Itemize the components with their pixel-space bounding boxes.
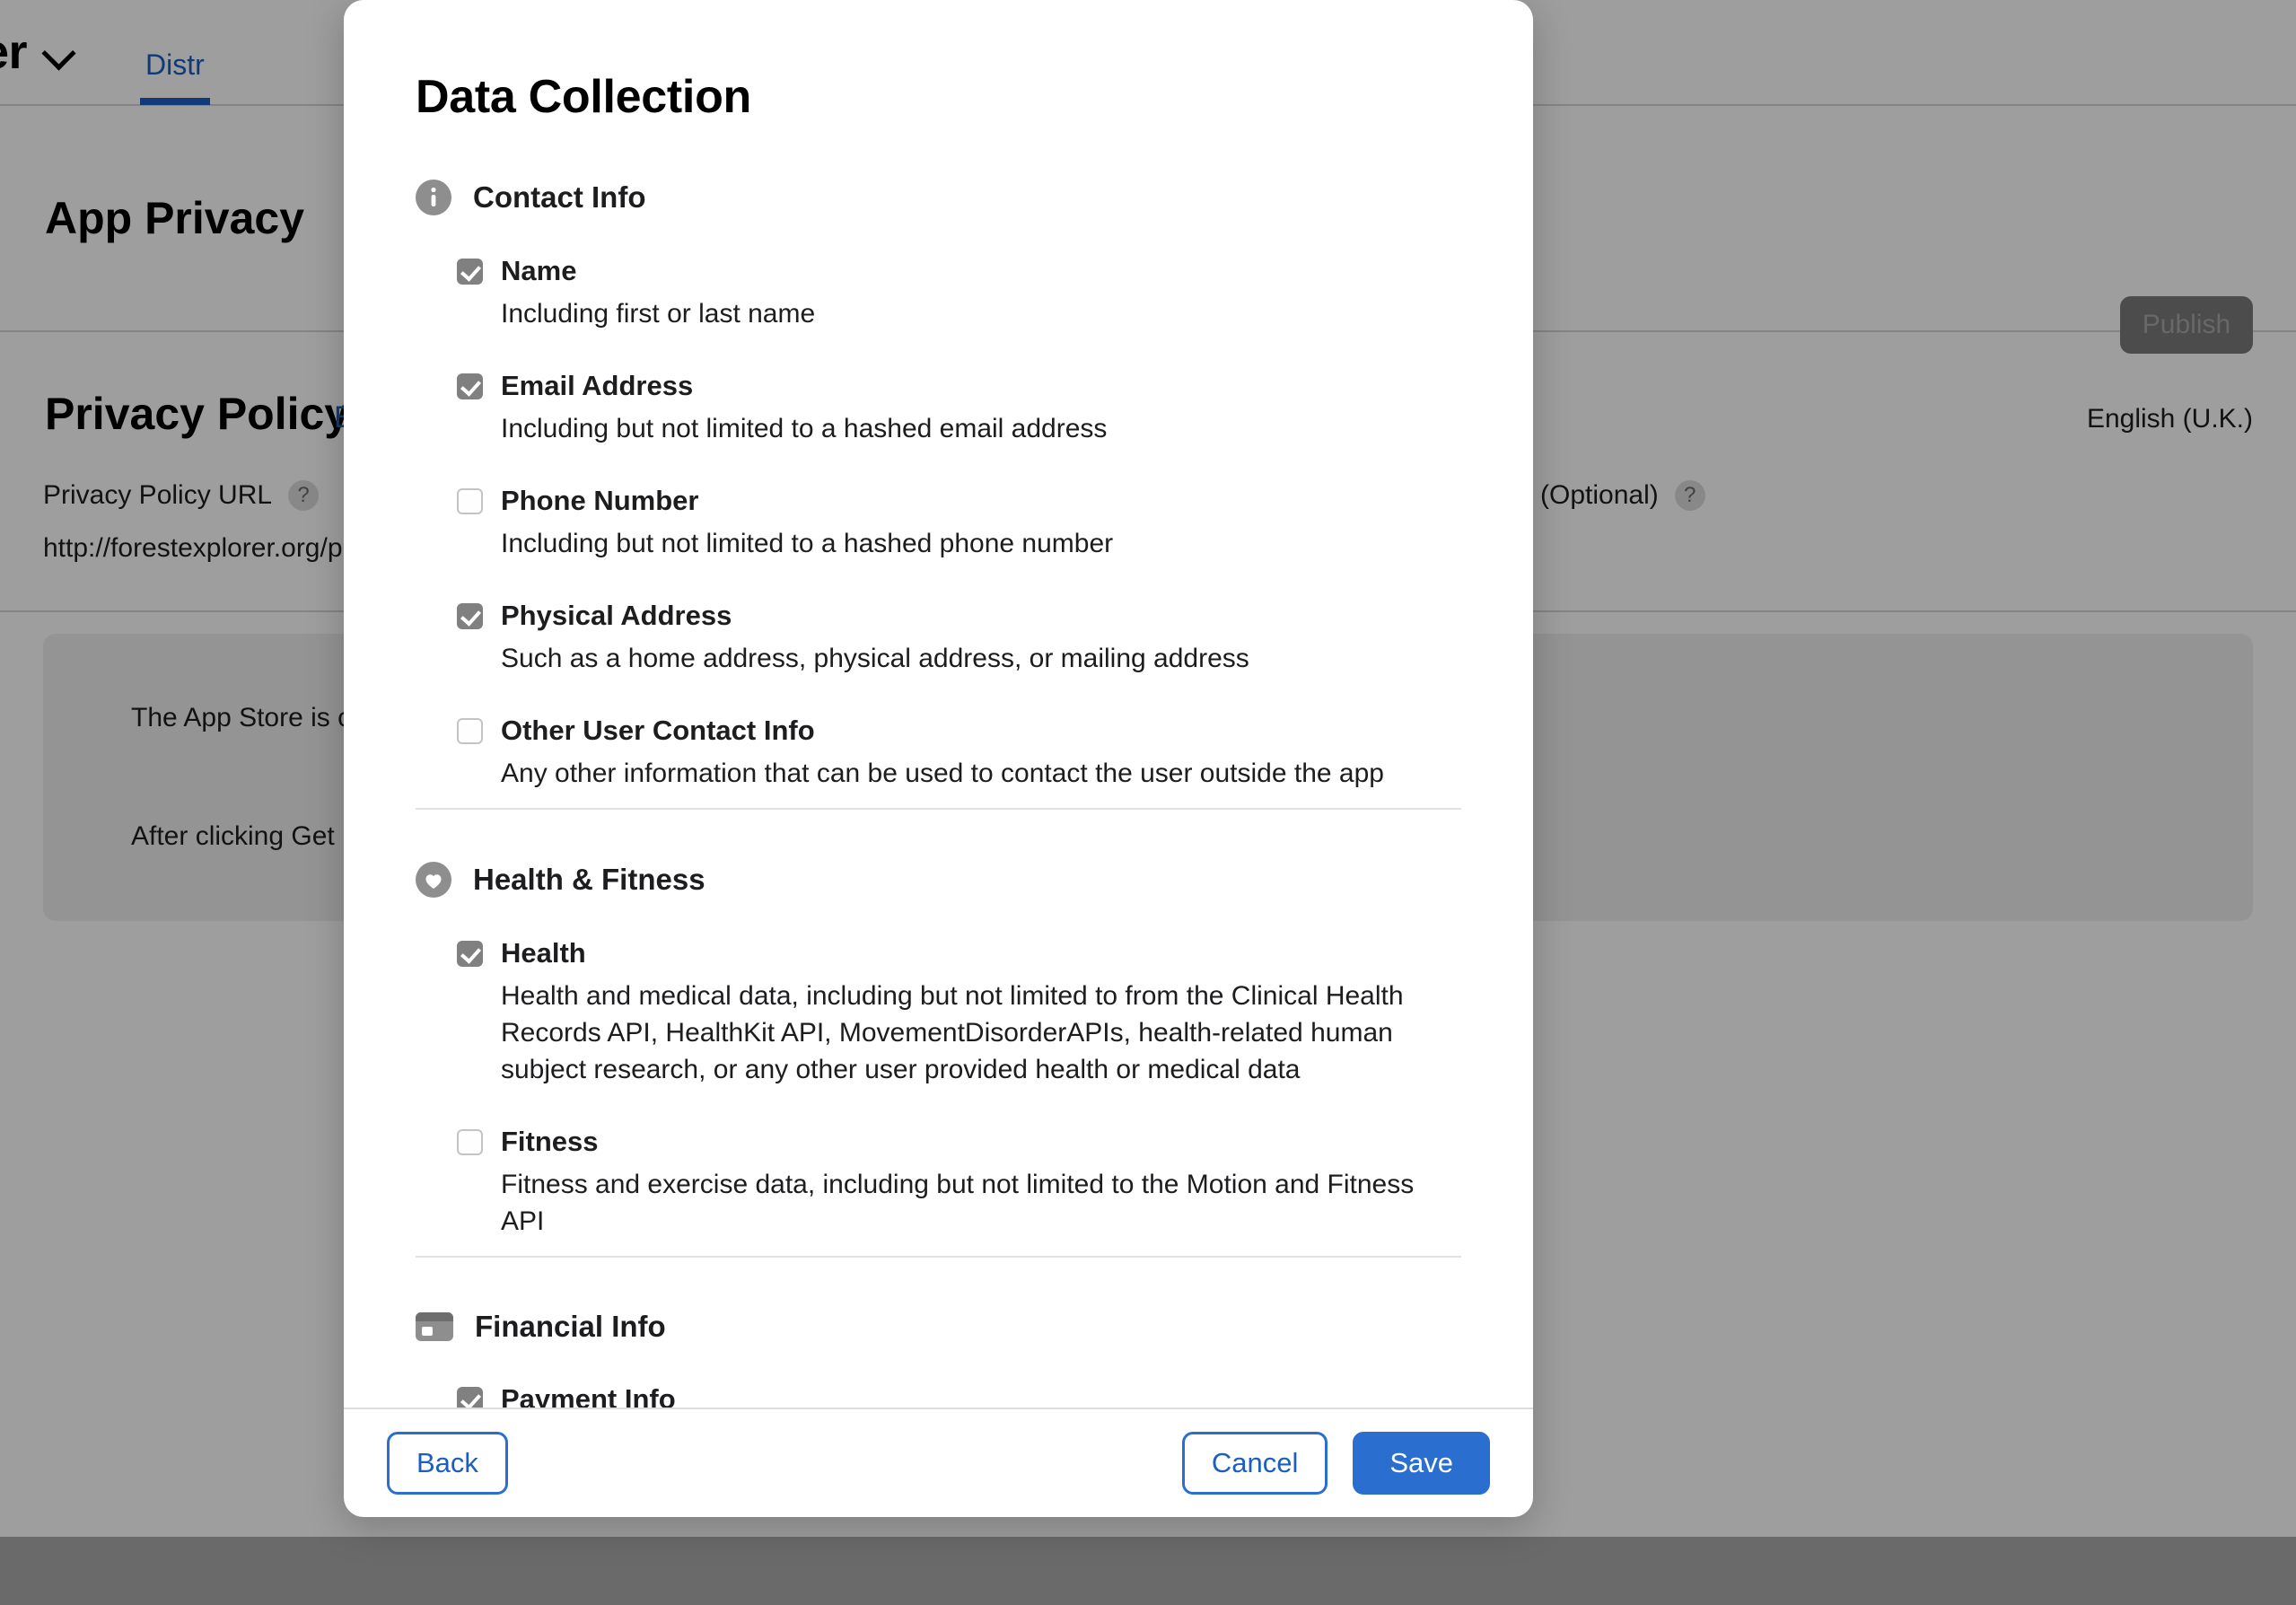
checkbox-checked[interactable]	[457, 373, 483, 399]
checkbox-checked[interactable]	[457, 602, 483, 629]
modal-title: Data Collection	[416, 71, 751, 123]
data-type-description: Fitness and exercise data, including but…	[501, 1170, 1415, 1236]
data-category-group: Financial Info Payment Info	[416, 1256, 1461, 1408]
data-type-description: Such as a home address, physical address…	[501, 644, 1249, 673]
modal-scrim-bottom	[0, 1537, 2296, 1605]
data-collection-modal: Data Collection Contact Info Name Includin…	[344, 0, 1533, 1517]
data-category-group: Contact Info Name Including first or last …	[416, 180, 1461, 808]
checkbox-unchecked[interactable]	[457, 1128, 483, 1155]
modal-scroll-area[interactable]: Data Collection Contact Info Name Includin…	[344, 0, 1533, 1408]
data-type-label: Payment Info	[501, 1383, 676, 1408]
data-type-option-row[interactable]: Payment Info	[457, 1383, 1461, 1408]
data-category-name: Contact Info	[473, 180, 646, 214]
checkbox-unchecked[interactable]	[457, 487, 483, 514]
data-category-name: Financial Info	[475, 1310, 666, 1343]
heart-circle-icon	[416, 862, 451, 898]
data-category-name: Health & Fitness	[473, 863, 705, 896]
data-type-label: Other User Contact Info	[501, 715, 815, 746]
save-button[interactable]: Save	[1353, 1432, 1490, 1495]
data-type-label: Fitness	[501, 1126, 599, 1157]
data-category-header: Health & Fitness	[416, 862, 1461, 898]
data-type-option-row[interactable]: Fitness	[457, 1126, 1461, 1158]
data-type-description: Any other information that can be used t…	[501, 759, 1384, 788]
checkbox-checked[interactable]	[457, 1386, 483, 1408]
data-type-option[interactable]: Phone Number Including but not limited to…	[416, 485, 1461, 562]
data-type-option[interactable]: Health Health and medical data, including…	[416, 937, 1461, 1088]
data-category-list: Contact Info Name Including first or last …	[416, 180, 1461, 1408]
data-type-option-row[interactable]: Other User Contact Info	[457, 715, 1461, 747]
modal-footer: Back Cancel Save	[344, 1408, 1533, 1517]
data-type-option[interactable]: Fitness Fitness and exercise data, includ…	[416, 1126, 1461, 1240]
data-type-option-row[interactable]: Name	[457, 255, 1461, 287]
data-type-option-row[interactable]: Email Address	[457, 370, 1461, 402]
credit-card-icon	[416, 1312, 453, 1341]
data-type-option[interactable]: Email Address Including but not limited t…	[416, 370, 1461, 447]
data-type-description: Health and medical data, including but n…	[501, 981, 1404, 1084]
back-button[interactable]: Back	[387, 1432, 508, 1495]
checkbox-checked[interactable]	[457, 940, 483, 967]
data-type-option[interactable]: Physical Address Such as a home address, …	[416, 600, 1461, 677]
data-type-label: Physical Address	[501, 600, 732, 631]
data-type-description: Including but not limited to a hashed em…	[501, 414, 1108, 443]
data-type-label: Email Address	[501, 370, 694, 401]
data-type-option[interactable]: Payment Info	[416, 1383, 1461, 1408]
cancel-button[interactable]: Cancel	[1181, 1432, 1328, 1495]
checkbox-checked[interactable]	[457, 258, 483, 285]
data-type-label: Name	[501, 255, 577, 286]
data-type-label: Phone Number	[501, 485, 699, 516]
data-type-option-row[interactable]: Physical Address	[457, 600, 1461, 632]
data-type-option-row[interactable]: Health	[457, 937, 1461, 969]
data-category-header: Financial Info	[416, 1310, 1461, 1344]
data-category-header: Contact Info	[416, 180, 1461, 215]
data-type-option[interactable]: Name Including first or last name	[416, 255, 1461, 332]
data-type-description: Including but not limited to a hashed ph…	[501, 529, 1114, 558]
data-category-group: Health & Fitness Health Health and medical…	[416, 808, 1461, 1256]
data-type-option[interactable]: Other User Contact Info Any other informa…	[416, 715, 1461, 792]
checkbox-unchecked[interactable]	[457, 717, 483, 744]
data-type-label: Health	[501, 937, 586, 969]
info-circle-icon	[416, 180, 451, 215]
data-type-option-row[interactable]: Phone Number	[457, 485, 1461, 517]
data-type-description: Including first or last name	[501, 299, 816, 329]
